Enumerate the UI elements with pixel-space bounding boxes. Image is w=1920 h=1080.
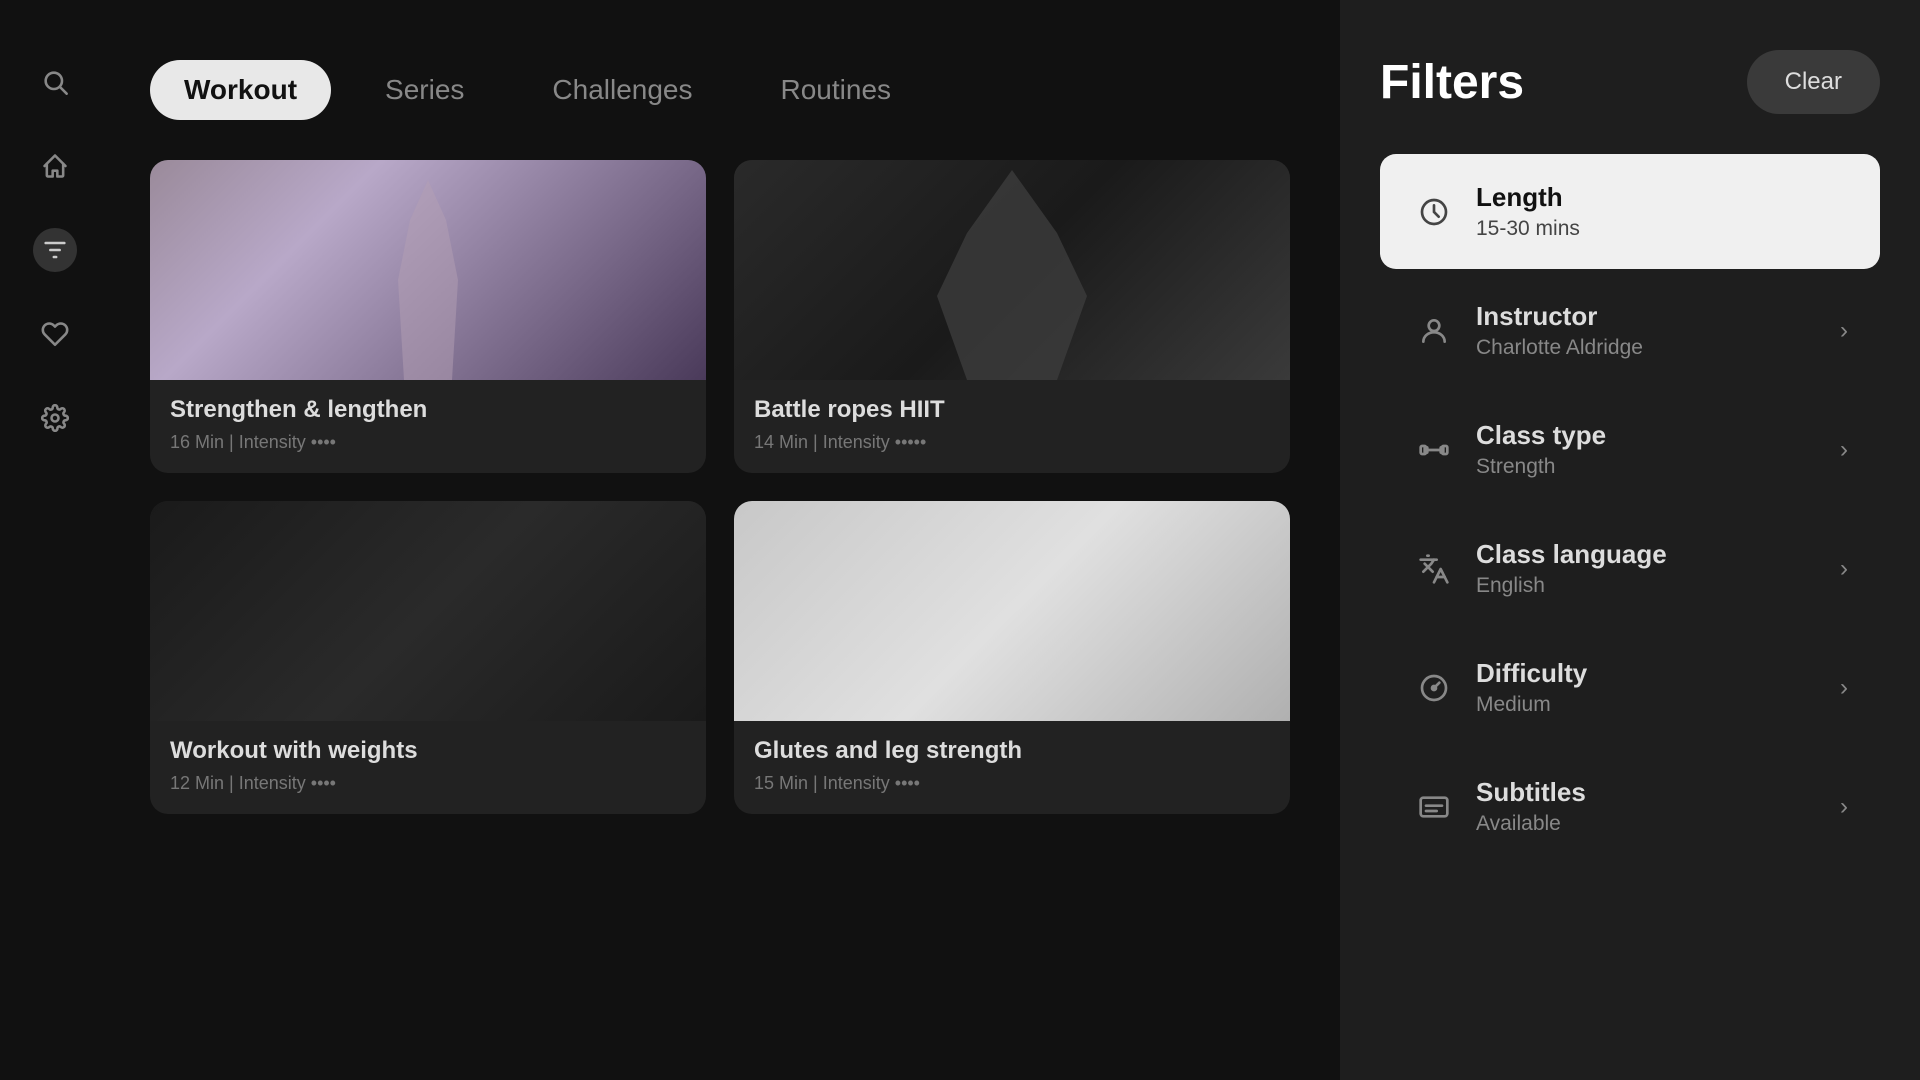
card-image	[734, 160, 1290, 380]
filter-item-instructor[interactable]: Instructor Charlotte Aldridge ›	[1380, 273, 1880, 388]
filter-item-class-type[interactable]: Class type Strength ›	[1380, 392, 1880, 507]
workout-card[interactable]: Strengthen & lengthen 16 Min | Intensity…	[150, 160, 706, 473]
filter-value: Medium	[1476, 693, 1824, 717]
card-duration: 16 Min	[170, 432, 224, 452]
workout-card[interactable]: Glutes and leg strength 15 Min | Intensi…	[734, 501, 1290, 814]
card-meta: 14 Min | Intensity •••••	[754, 432, 1270, 453]
main-content: Workout Series Challenges Routines Stren…	[110, 0, 1340, 1080]
subtitles-icon	[1412, 785, 1456, 829]
card-title: Battle ropes HIIT	[754, 396, 1270, 424]
card-meta: 12 Min | Intensity ••••	[170, 773, 686, 794]
filter-tools-icon[interactable]	[33, 228, 77, 272]
filter-item-subtitles[interactable]: Subtitles Available ›	[1380, 749, 1880, 864]
card-duration: 12 Min	[170, 773, 224, 793]
filter-header: Filters Clear	[1380, 50, 1880, 114]
filter-label: Class language	[1476, 539, 1824, 570]
filter-value: 15-30 mins	[1476, 217, 1848, 241]
gauge-icon	[1412, 666, 1456, 710]
filter-item-length[interactable]: Length 15-30 mins	[1380, 154, 1880, 269]
sidebar	[0, 0, 110, 1080]
clear-button[interactable]: Clear	[1747, 50, 1880, 114]
workout-card[interactable]: Battle ropes HIIT 14 Min | Intensity •••…	[734, 160, 1290, 473]
chevron-right-icon: ›	[1840, 436, 1848, 464]
person-icon	[1412, 309, 1456, 353]
card-intensity: Intensity •••••	[823, 432, 927, 452]
card-separator: |	[813, 432, 823, 452]
card-image	[150, 501, 706, 721]
tab-routines[interactable]: Routines	[747, 60, 926, 120]
card-intensity: Intensity ••••	[239, 773, 336, 793]
filter-value: Available	[1476, 812, 1824, 836]
card-title: Strengthen & lengthen	[170, 396, 686, 424]
dumbbell-icon	[1412, 428, 1456, 472]
tab-series[interactable]: Series	[351, 60, 498, 120]
card-title: Glutes and leg strength	[754, 737, 1270, 765]
tab-challenges[interactable]: Challenges	[518, 60, 726, 120]
workout-card[interactable]: Workout with weights 12 Min | Intensity …	[150, 501, 706, 814]
card-image	[734, 501, 1290, 721]
tab-bar: Workout Series Challenges Routines	[150, 60, 1300, 120]
filter-item-difficulty[interactable]: Difficulty Medium ›	[1380, 630, 1880, 745]
search-icon[interactable]	[33, 60, 77, 104]
filter-title: Filters	[1380, 55, 1524, 110]
clock-icon	[1412, 190, 1456, 234]
chevron-right-icon: ›	[1840, 555, 1848, 583]
heart-icon[interactable]	[33, 312, 77, 356]
chevron-right-icon: ›	[1840, 793, 1848, 821]
card-title: Workout with weights	[170, 737, 686, 765]
filter-item-language[interactable]: Class language English ›	[1380, 511, 1880, 626]
translate-icon	[1412, 547, 1456, 591]
filter-value: English	[1476, 574, 1824, 598]
card-separator: |	[229, 773, 239, 793]
filter-value: Strength	[1476, 455, 1824, 479]
workout-grid: Strengthen & lengthen 16 Min | Intensity…	[150, 160, 1300, 814]
card-duration: 14 Min	[754, 432, 808, 452]
filter-label: Length	[1476, 182, 1848, 213]
filter-label: Subtitles	[1476, 777, 1824, 808]
card-image	[150, 160, 706, 380]
filter-label: Difficulty	[1476, 658, 1824, 689]
home-icon[interactable]	[33, 144, 77, 188]
card-separator: |	[229, 432, 239, 452]
card-intensity: Intensity ••••	[823, 773, 920, 793]
card-separator: |	[813, 773, 823, 793]
filter-panel: Filters Clear Length 15-30 mins Instruct…	[1340, 0, 1920, 1080]
card-duration: 15 Min	[754, 773, 808, 793]
chevron-right-icon: ›	[1840, 674, 1848, 702]
settings-icon[interactable]	[33, 396, 77, 440]
filter-value: Charlotte Aldridge	[1476, 336, 1824, 360]
filter-label: Class type	[1476, 420, 1824, 451]
chevron-right-icon: ›	[1840, 317, 1848, 345]
filter-label: Instructor	[1476, 301, 1824, 332]
card-meta: 16 Min | Intensity ••••	[170, 432, 686, 453]
tab-workout[interactable]: Workout	[150, 60, 331, 120]
card-meta: 15 Min | Intensity ••••	[754, 773, 1270, 794]
card-intensity: Intensity ••••	[239, 432, 336, 452]
